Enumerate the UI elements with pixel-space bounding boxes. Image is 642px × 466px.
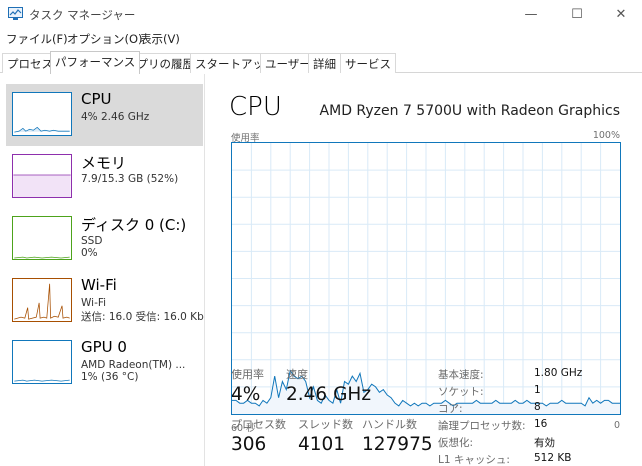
graph-time-end: 0 — [613, 420, 620, 431]
spec-value-base-speed: 1.80 GHz — [534, 367, 583, 379]
sidebar-sub: 4% 2.46 GHz — [81, 111, 150, 123]
sidebar-sub: AMD Radeon(TM) ... — [81, 359, 186, 371]
sidebar-title: メモリ — [81, 154, 127, 172]
spec-value-sockets: 1 — [534, 384, 541, 396]
page-title: CPU — [229, 92, 282, 122]
performance-main-panel: CPU AMD Ryzen 7 5700U with Radeon Graphi… — [206, 74, 642, 466]
tab-services[interactable]: サービス — [340, 53, 396, 73]
sidebar-sub: 0% — [81, 247, 98, 259]
sidebar-title: CPU — [81, 90, 112, 108]
spec-label-l1-cache: L1 キャッシュ: — [438, 454, 510, 466]
spec-label-cores: コア: — [438, 403, 463, 415]
spec-label-logical: 論理プロセッサ数: — [438, 420, 526, 432]
sidebar-sub: 送信: 16.0 受信: 16.0 Kb — [81, 311, 204, 323]
sidebar-item-memory[interactable]: メモリ 7.9/15.3 GB (52%) — [6, 146, 203, 208]
minimize-button[interactable]: — — [508, 0, 554, 28]
graph-axis-max: 100% — [592, 130, 620, 141]
spec-label-virtualization: 仮想化: — [438, 437, 474, 449]
sidebar-title: GPU 0 — [81, 338, 127, 356]
tab-details[interactable]: 詳細 — [308, 53, 341, 73]
gpu-thumbnail-graph — [12, 340, 72, 384]
spec-value-logical: 16 — [534, 418, 548, 430]
handles-label: ハンドル数 — [362, 418, 417, 431]
sidebar-sub: SSD — [81, 235, 103, 247]
maximize-icon: ☐ — [571, 6, 583, 22]
speed-label: 速度 — [286, 368, 308, 381]
processes-value: 306 — [231, 434, 267, 455]
minimize-icon: — — [524, 6, 538, 22]
maximize-button[interactable]: ☐ — [554, 0, 600, 28]
sidebar-sub: Wi-Fi — [81, 297, 107, 309]
sidebar-item-wifi[interactable]: Wi-Fi Wi-Fi 送信: 16.0 受信: 16.0 Kb — [6, 270, 204, 332]
sidebar-sub: 7.9/15.3 GB (52%) — [81, 173, 179, 185]
close-button[interactable]: ✕ — [598, 0, 642, 28]
tab-performance[interactable]: パフォーマンス — [50, 51, 141, 74]
tab-bar: プロセス パフォーマンス アプリの履歴 スタートアップ ユーザー 詳細 サービス — [0, 51, 642, 74]
resource-sidebar: CPU 4% 2.46 GHz メモリ 7.9/15.3 GB (52%) ディ… — [0, 74, 205, 466]
wifi-thumbnail-graph — [12, 278, 72, 322]
sidebar-item-gpu[interactable]: GPU 0 AMD Radeon(TM) ... 1% (36 °C) — [6, 332, 203, 394]
spec-value-cores: 8 — [534, 401, 541, 413]
cpu-model-name: AMD Ryzen 7 5700U with Radeon Graphics — [319, 103, 620, 119]
speed-value: 2.46 GHz — [286, 384, 372, 405]
sidebar-title: Wi-Fi — [81, 276, 117, 294]
title-bar: タスク マネージャー — ☐ ✕ — [0, 0, 642, 28]
spec-value-l1-cache: 512 KB — [534, 452, 572, 464]
spec-label-sockets: ソケット: — [438, 386, 484, 398]
window-title: タスク マネージャー — [29, 8, 136, 22]
cpu-thumbnail-graph — [12, 92, 72, 136]
sidebar-title: ディスク 0 (C:) — [81, 216, 187, 234]
close-icon: ✕ — [615, 6, 627, 22]
handles-value: 127975 — [362, 434, 433, 455]
sidebar-item-disk[interactable]: ディスク 0 (C:) SSD 0% — [6, 208, 203, 270]
threads-value: 4101 — [298, 434, 346, 455]
threads-label: スレッド数 — [298, 418, 353, 431]
menu-file[interactable]: ファイル(F) — [6, 31, 68, 47]
menu-view[interactable]: 表示(V) — [140, 31, 180, 47]
menu-options[interactable]: オプション(O) — [67, 31, 143, 47]
processes-label: プロセス数 — [231, 418, 286, 431]
sidebar-item-cpu[interactable]: CPU 4% 2.46 GHz — [6, 84, 203, 146]
spec-label-base-speed: 基本速度: — [438, 369, 484, 381]
memory-thumbnail-graph — [12, 154, 72, 198]
disk-thumbnail-graph — [12, 216, 72, 260]
usage-label: 使用率 — [231, 368, 264, 381]
task-manager-icon — [8, 7, 23, 20]
spec-value-virtualization: 有効 — [534, 437, 555, 449]
usage-value: 4% — [231, 384, 261, 405]
sidebar-sub: 1% (36 °C) — [81, 371, 139, 383]
